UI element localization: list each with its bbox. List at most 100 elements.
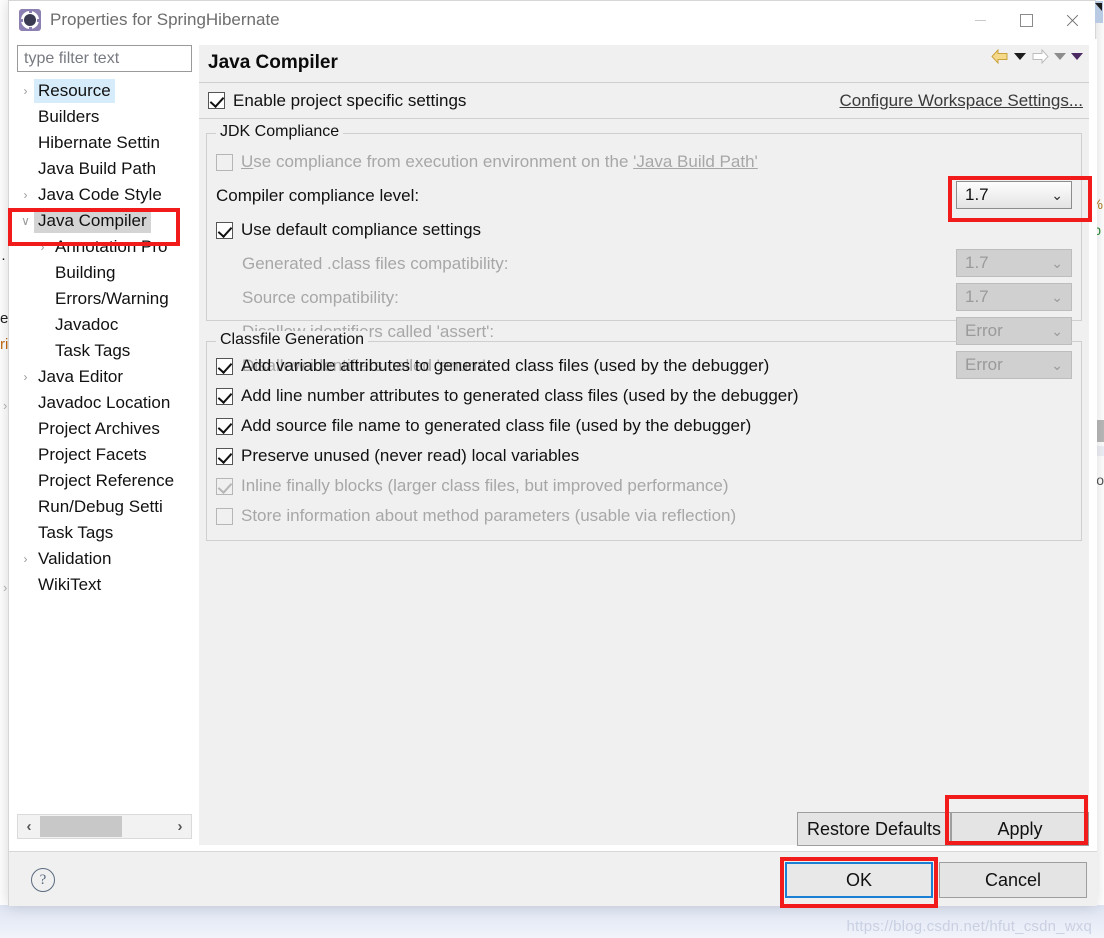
dialog-body: type filter text › Resource Builders Hibern… — [9, 39, 1097, 851]
sidebar-item-java-editor[interactable]: › Java Editor — [17, 364, 192, 390]
sidebar-item-errors-warning[interactable]: Errors/Warning — [17, 286, 192, 312]
classfile-option-label: Add variable attributes to generated cla… — [241, 356, 770, 375]
classfile-option-row[interactable]: Add line number attributes to generated … — [207, 381, 1081, 411]
classfile-option-row: Inline finally blocks (larger class file… — [207, 471, 1081, 501]
classfile-option-row[interactable]: Add variable attributes to generated cla… — [207, 351, 1081, 381]
filter-input[interactable]: type filter text — [17, 45, 192, 72]
sidebar-item-label: Building — [55, 263, 116, 282]
sidebar-item-label: Java Build Path — [38, 159, 157, 178]
jdk-row-value: Error — [965, 321, 1003, 340]
restore-defaults-button[interactable]: Restore Defaults — [797, 812, 951, 846]
tree-twisty-icon[interactable]: › — [17, 553, 34, 565]
sidebar-item-label: Hibernate Settin — [38, 133, 160, 152]
eclipse-gear-icon — [19, 9, 41, 31]
minimize-button[interactable] — [957, 1, 1003, 39]
panel-nav-icons — [991, 49, 1083, 64]
maximize-button[interactable] — [1003, 1, 1049, 39]
sidebar-item-label: Task Tags — [55, 341, 131, 360]
classfile-option-checkbox[interactable] — [216, 387, 233, 405]
jdk-row-label: Generated .class files compatibility: — [242, 254, 509, 273]
sidebar-item-project-archives[interactable]: Project Archives — [17, 416, 192, 442]
classfile-option-label: Store information about method parameter… — [241, 506, 737, 525]
tree-twisty-icon[interactable]: › — [17, 371, 34, 383]
classfile-option-checkbox — [216, 507, 233, 525]
scrollbar-thumb[interactable] — [40, 816, 122, 837]
minimize-icon — [974, 19, 986, 21]
classfile-option-row[interactable]: Preserve unused (never read) local varia… — [207, 441, 1081, 471]
sidebar-item-label: Project Archives — [38, 419, 160, 438]
sidebar-item-building[interactable]: Building — [17, 260, 192, 286]
compliance-level-combo[interactable]: 1.7 ⌄ — [956, 181, 1072, 209]
back-menu-caret-down-icon[interactable] — [1014, 53, 1026, 60]
sidebar-item-project-reference[interactable]: Project Reference — [17, 468, 192, 494]
cancel-button[interactable]: Cancel — [939, 862, 1087, 898]
tree-horizontal-scrollbar[interactable]: ‹ › — [17, 814, 192, 839]
use-default-compliance-label: Use default compliance settings — [241, 220, 482, 239]
jdk-compliance-group: JDK Compliance Use compliance from execu… — [206, 123, 1082, 379]
ok-button[interactable]: OK — [785, 862, 933, 898]
dialog-footer: ? OK Cancel — [9, 851, 1097, 906]
question-mark-icon[interactable]: ? — [31, 868, 55, 892]
sidebar-item-label: Java Editor — [38, 367, 124, 386]
sidebar-item-label: Java Compiler — [34, 209, 151, 233]
sidebar-item-hibernate-settin[interactable]: Hibernate Settin — [17, 130, 192, 156]
scrollbar-track[interactable] — [40, 815, 169, 838]
background-chevron-icon-1: › — [3, 398, 8, 413]
sidebar-item-label: Annotation Pro — [55, 237, 168, 256]
background-left-fragment-1: · — [1, 250, 6, 267]
sidebar-item-annotation-pro[interactable]: › Annotation Pro — [17, 234, 192, 260]
classfile-option-label: Add line number attributes to generated … — [241, 386, 799, 405]
sidebar-item-resource[interactable]: › Resource — [17, 78, 192, 104]
background-chevron-icon-2: › — [3, 580, 8, 595]
configure-workspace-settings-link[interactable]: Configure Workspace Settings... — [840, 91, 1083, 111]
sidebar-item-label: Java Code Style — [38, 185, 162, 204]
tree-twisty-icon[interactable]: › — [17, 189, 34, 201]
use-default-compliance-row[interactable]: Use default compliance settings — [207, 213, 1081, 247]
sidebar-item-builders[interactable]: Builders — [17, 104, 192, 130]
settings-tree[interactable]: › Resource Builders Hibernate Settin Java Bu… — [17, 78, 192, 818]
sidebar-item-java-compiler[interactable]: ∨ Java Compiler — [17, 208, 192, 234]
sidebar-item-label: Validation — [38, 549, 112, 568]
sidebar-item-javadoc-location[interactable]: Javadoc Location — [17, 390, 192, 416]
jdk-row: Source compatibility: 1.7 ⌄ — [207, 281, 1081, 315]
watermark-text: https://blog.csdn.net/hfut_csdn_wxq — [846, 918, 1092, 935]
enable-project-specific-row[interactable]: Enable project specific settings Configu… — [199, 83, 1089, 119]
sidebar-item-java-build-path[interactable]: Java Build Path — [17, 156, 192, 182]
tree-twisty-icon[interactable]: › — [17, 85, 34, 97]
sidebar-item-validation[interactable]: › Validation — [17, 546, 192, 572]
use-execution-environment-checkbox[interactable] — [216, 153, 233, 171]
extra-menu-caret-down-icon[interactable] — [1071, 53, 1083, 60]
use-execution-environment-row[interactable]: Use compliance from execution environmen… — [207, 145, 1081, 179]
forward-arrow-icon — [1031, 49, 1049, 64]
sidebar-item-task-tags[interactable]: Task Tags — [17, 520, 192, 546]
jdk-row-label: Source compatibility: — [242, 288, 399, 307]
tree-twisty-icon[interactable]: ∨ — [17, 215, 34, 227]
apply-button[interactable]: Apply — [951, 812, 1089, 846]
classfile-option-row: Store information about method parameter… — [207, 501, 1081, 531]
use-default-compliance-checkbox[interactable] — [216, 221, 233, 239]
filter-placeholder: type filter text — [24, 49, 120, 67]
forward-menu-caret-down-icon — [1054, 53, 1066, 60]
classfile-option-checkbox[interactable] — [216, 357, 233, 375]
classfile-option-checkbox[interactable] — [216, 447, 233, 465]
classfile-generation-group: Classfile Generation Add variable attrib… — [206, 331, 1082, 541]
classfile-option-row[interactable]: Add source file name to generated class … — [207, 411, 1081, 441]
classfile-generation-group-title: Classfile Generation — [216, 331, 369, 349]
sidebar-item-label: Project Facets — [38, 445, 147, 464]
sidebar-item-run-debug-setti[interactable]: Run/Debug Setti — [17, 494, 192, 520]
scroll-left-arrow-icon[interactable]: ‹ — [18, 815, 40, 838]
sidebar-item-label: Errors/Warning — [55, 289, 169, 308]
classfile-option-label: Add source file name to generated class … — [241, 416, 752, 435]
close-button[interactable] — [1049, 1, 1095, 39]
sidebar-item-wikitext[interactable]: WikiText — [17, 572, 192, 598]
back-arrow-icon[interactable] — [991, 49, 1009, 64]
enable-project-specific-checkbox[interactable] — [208, 92, 225, 109]
tree-twisty-icon[interactable]: › — [34, 241, 51, 253]
sidebar-item-java-code-style[interactable]: › Java Code Style — [17, 182, 192, 208]
scroll-right-arrow-icon[interactable]: › — [169, 815, 191, 838]
sidebar-item-task-tags[interactable]: Task Tags — [17, 338, 192, 364]
java-build-path-link[interactable]: 'Java Build Path' — [633, 152, 758, 171]
classfile-option-checkbox[interactable] — [216, 417, 233, 435]
sidebar-item-project-facets[interactable]: Project Facets — [17, 442, 192, 468]
sidebar-item-javadoc[interactable]: Javadoc — [17, 312, 192, 338]
